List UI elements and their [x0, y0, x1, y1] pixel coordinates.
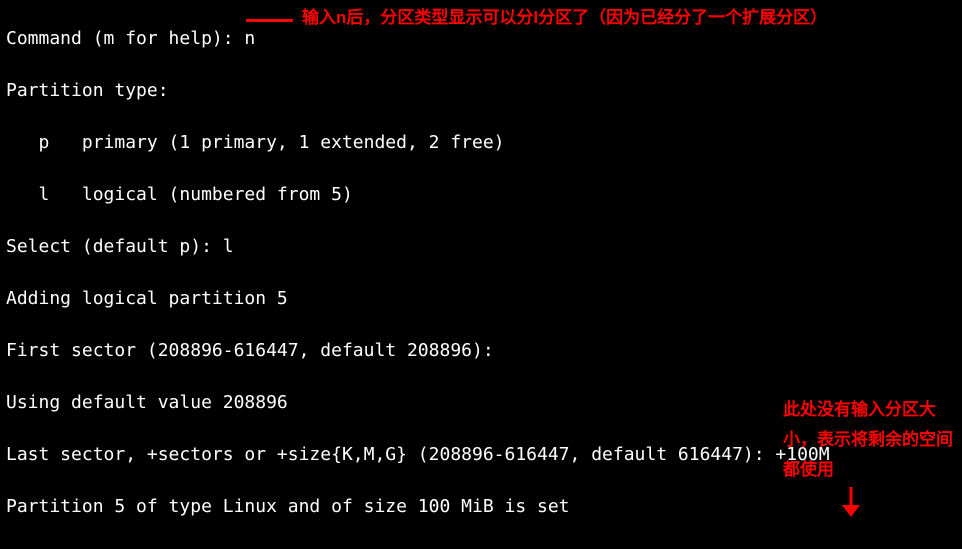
annotation-note-1: 输入n后，分区类型显示可以分l分区了（因为已经分了一个扩展分区）	[302, 7, 962, 29]
terminal-line: Adding logical partition 5	[6, 286, 962, 312]
terminal-line: l logical (numbered from 5)	[6, 182, 962, 208]
arrow-down-icon	[838, 487, 864, 517]
terminal-line: Command (m for help): n	[6, 26, 962, 52]
terminal-line: Select (default p): l	[6, 234, 962, 260]
annotation-underline	[246, 19, 293, 22]
terminal-line: Partition type:	[6, 78, 962, 104]
terminal-line: First sector (208896-616447, default 208…	[6, 338, 962, 364]
annotation-note-2: 此处没有输入分区大小，表示将剩余的空间都使用	[783, 395, 958, 485]
terminal-line: Partition 5 of type Linux and of size 10…	[6, 494, 962, 520]
terminal-line: p primary (1 primary, 1 extended, 2 free…	[6, 130, 962, 156]
